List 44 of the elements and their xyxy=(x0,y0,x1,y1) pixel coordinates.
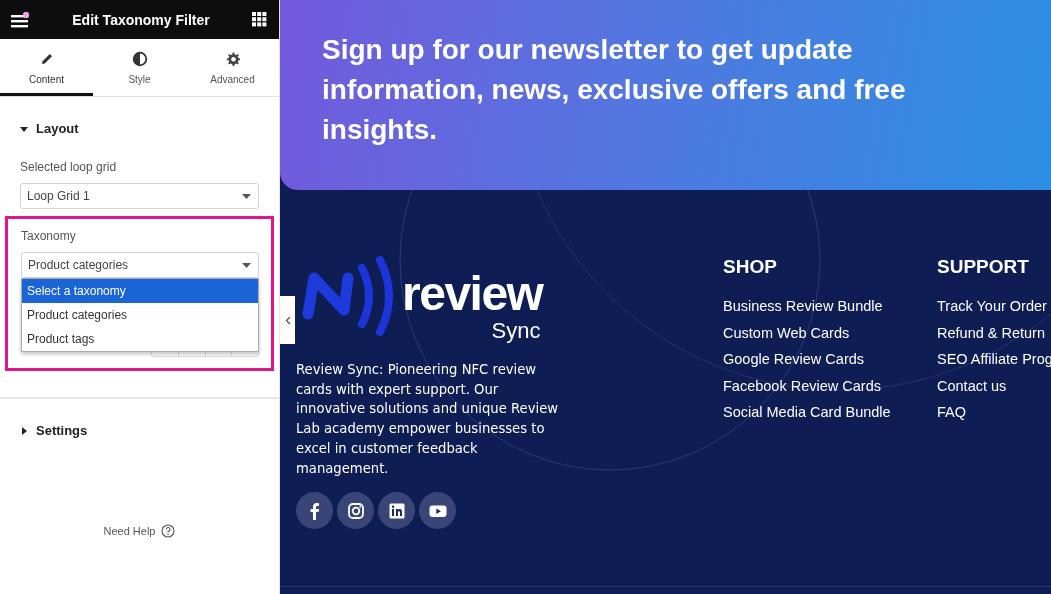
footer-link[interactable]: Contact us xyxy=(937,372,1051,400)
caret-icon xyxy=(242,262,251,268)
apps-grid-icon[interactable] xyxy=(252,12,267,27)
logo-subtitle: Sync xyxy=(491,320,541,342)
panel-tab[interactable]: Style xyxy=(93,39,186,96)
section-toggle[interactable]: Settings xyxy=(20,423,88,438)
caret-icon xyxy=(20,124,28,133)
help-link[interactable]: Need Help xyxy=(103,525,156,537)
select-field[interactable]: Loop Grid 1 xyxy=(20,183,259,209)
footer-link[interactable]: Google Review Cards xyxy=(723,346,937,373)
gear-icon xyxy=(224,50,241,67)
footer-link[interactable]: FAQ xyxy=(937,399,1051,426)
footer-link[interactable]: Custom Web Cards xyxy=(723,319,937,347)
help-icon[interactable] xyxy=(161,524,176,538)
panel-title: Edit Taxonomy Filter xyxy=(72,11,210,28)
facebook-icon[interactable] xyxy=(296,492,333,530)
field-label: Selected loop grid xyxy=(20,160,118,174)
footer-link[interactable]: Refund & Return xyxy=(937,319,1051,347)
contrast-icon xyxy=(131,50,148,67)
menu-icon[interactable] xyxy=(10,11,30,28)
footer-column-heading: SHOP xyxy=(723,256,778,278)
footer-link[interactable]: Track Your Order xyxy=(937,293,1051,320)
field-label: Taxonomy xyxy=(21,229,77,243)
about-text: Review Sync: Pioneering NFC review cards with expert support. Our innovative solutions and unique Review Lab academy empower businesses to excel in customer feedback management. xyxy=(296,361,560,478)
footer-link[interactable]: Social Media Card Bundle xyxy=(723,399,937,426)
instagram-icon[interactable] xyxy=(337,492,374,530)
footer-link[interactable]: Business Review Bundle xyxy=(723,293,937,320)
youtube-icon[interactable] xyxy=(419,492,456,530)
caret-icon xyxy=(242,193,251,199)
logo-wordmark: review xyxy=(402,268,543,320)
panel-tab[interactable]: Advanced xyxy=(186,39,279,96)
dropdown-option[interactable]: Product categories xyxy=(22,303,258,327)
panel-tab[interactable]: Content xyxy=(0,39,93,96)
dropdown-option[interactable]: Product tags xyxy=(22,327,258,351)
caret-icon xyxy=(20,426,28,435)
chevron-left-icon xyxy=(284,315,291,325)
linkedin-icon[interactable] xyxy=(378,492,415,530)
footer-column-heading: SUPPORT xyxy=(937,256,1030,278)
section-toggle[interactable]: Layout xyxy=(20,121,79,136)
footer-link[interactable]: SEO Affiliate Prog xyxy=(937,346,1051,373)
select-field[interactable]: Product categories xyxy=(21,252,259,278)
dropdown-option[interactable]: Select a taxonomy xyxy=(22,279,258,303)
footer-link[interactable]: Facebook Review Cards xyxy=(723,372,937,400)
newsletter-heading: Sign up for our newsletter to get update information, news, exclusive offers and free insights. xyxy=(322,33,907,147)
